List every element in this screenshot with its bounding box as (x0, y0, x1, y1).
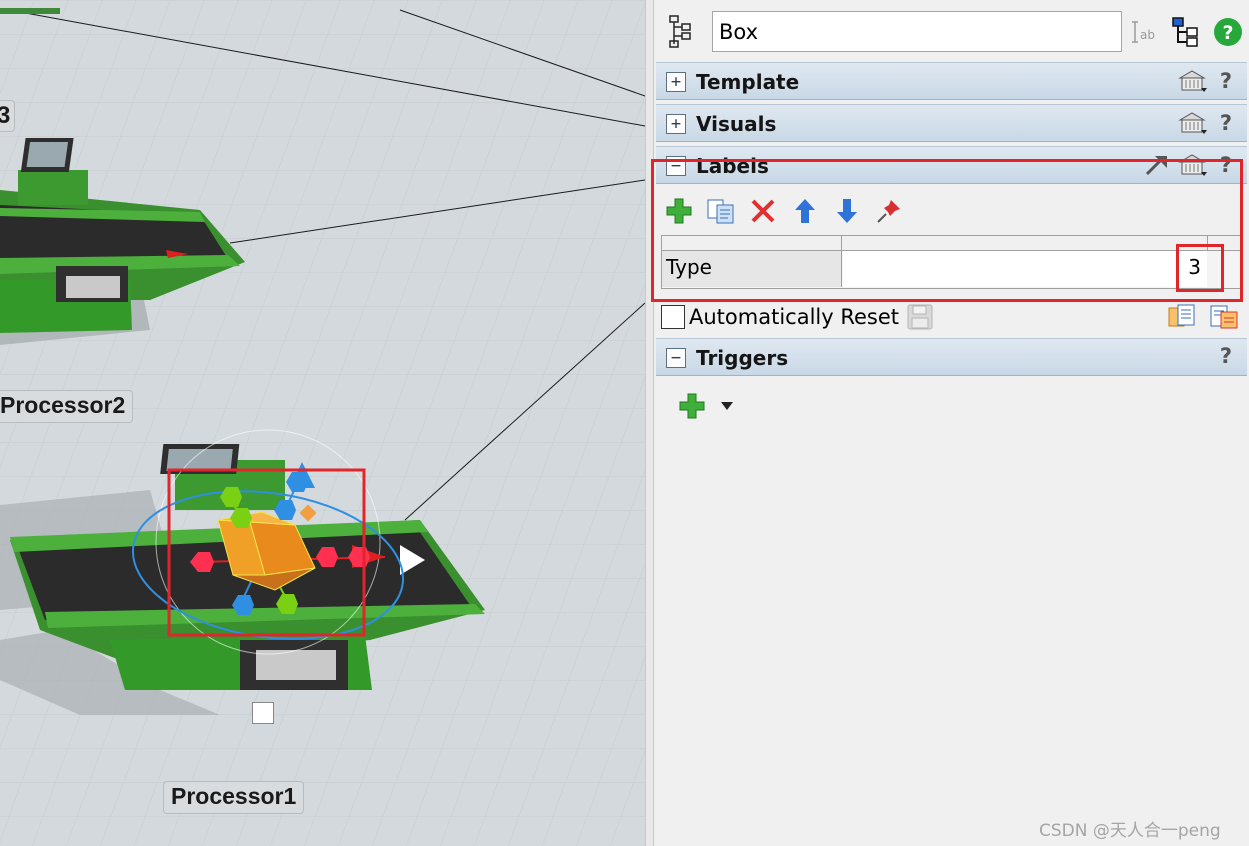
help-circle-icon[interactable]: ? (1212, 16, 1244, 48)
save-disk-icon[interactable] (906, 303, 934, 331)
partial-object-label: 3 (0, 100, 16, 132)
auto-reset-checkbox[interactable] (661, 305, 685, 329)
collapse-toggle[interactable]: − (666, 348, 686, 368)
labels-highlight-box (651, 159, 1243, 302)
dropdown-arrow-icon[interactable] (720, 401, 734, 411)
building-menu-icon[interactable] (1177, 68, 1209, 94)
object-header: ab ? (654, 0, 1249, 60)
section-title: Visuals (696, 112, 777, 136)
help-question-icon[interactable]: ? (1215, 69, 1237, 93)
properties-panel: ab ? + Template (651, 0, 1249, 846)
processor2-label[interactable]: Processor2 (0, 390, 134, 423)
3d-viewport[interactable]: 3 Processor2 Processor1 (0, 0, 645, 846)
section-triggers[interactable]: − Triggers ? (656, 338, 1247, 376)
section-visuals[interactable]: + Visuals ? (656, 104, 1247, 142)
svg-text:?: ? (1222, 22, 1233, 44)
help-question-icon[interactable]: ? (1215, 344, 1237, 368)
auto-reset-row: Automatically Reset (661, 302, 899, 332)
panel-splitter[interactable] (645, 0, 654, 846)
help-question-icon[interactable]: ? (1215, 111, 1237, 135)
connection-port-square[interactable] (252, 702, 274, 724)
section-title: Template (696, 70, 800, 94)
building-menu-icon[interactable] (1177, 110, 1209, 136)
section-template[interactable]: + Template ? (656, 62, 1247, 100)
svg-text:ab: ab (1140, 28, 1155, 42)
auto-reset-label: Automatically Reset (689, 305, 899, 329)
section-title: Triggers (696, 346, 789, 370)
tree-view-icon[interactable] (1170, 16, 1202, 48)
text-label-icon[interactable]: ab (1128, 16, 1160, 48)
object-name-input[interactable] (712, 11, 1122, 52)
value-highlight-box (1176, 244, 1224, 292)
processor1-label[interactable]: Processor1 (163, 781, 305, 814)
paste-values-icon[interactable] (1208, 302, 1240, 330)
watermark: CSDN @天人合一peng (1039, 821, 1221, 841)
add-trigger-control[interactable] (678, 392, 734, 420)
expand-toggle[interactable]: + (666, 72, 686, 92)
scene-canvas[interactable] (0, 0, 645, 846)
expand-toggle[interactable]: + (666, 114, 686, 134)
copy-values-icon[interactable] (1166, 302, 1198, 330)
object-tree-icon[interactable] (668, 14, 698, 48)
add-trigger-icon[interactable] (678, 392, 706, 420)
